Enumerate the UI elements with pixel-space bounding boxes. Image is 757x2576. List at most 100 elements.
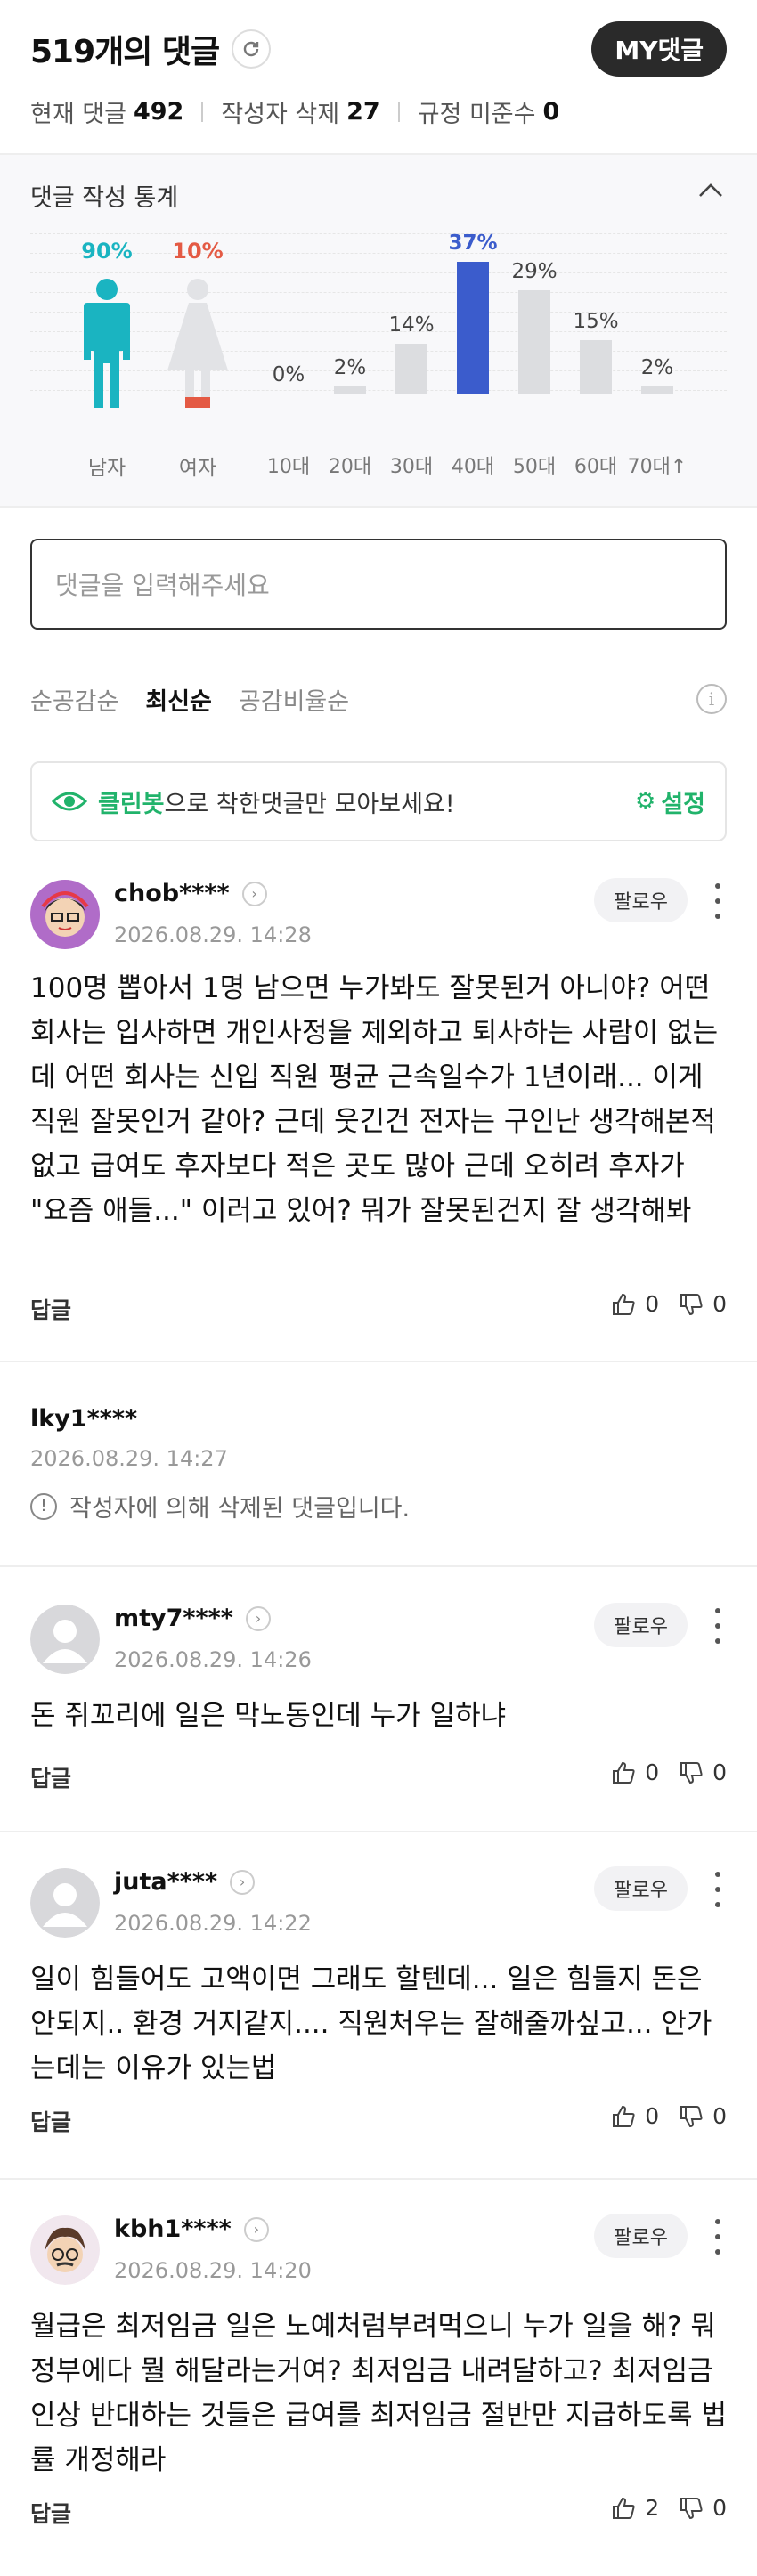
stat-violation-label: 규정 미준수: [417, 101, 536, 128]
stat-deleted-label: 작성자 삭제: [221, 101, 340, 128]
cleanbot-settings-label: 설정: [661, 790, 705, 818]
comment-date: 2026.08.29. 14:28: [114, 922, 312, 947]
chevron-right-icon[interactable]: ›: [245, 1605, 271, 1631]
like-button[interactable]: 0: [611, 1759, 659, 1785]
comment-item: mty7**** › 2026.08.29. 14:26 팔로우 돈 쥐꼬리에 일…: [0, 1567, 757, 1832]
reply-button[interactable]: 답글: [30, 2497, 71, 2529]
comment-input[interactable]: 댓글을 입력해주세요: [30, 539, 727, 630]
comment-username[interactable]: lky1****: [30, 1405, 137, 1433]
refresh-icon[interactable]: [232, 29, 272, 69]
female-percent: 10%: [172, 239, 224, 264]
like-count: 2: [645, 2495, 660, 2521]
age-bar: [334, 386, 366, 394]
follow-button[interactable]: 팔로우: [594, 1603, 688, 1647]
dislike-button[interactable]: 0: [679, 1291, 727, 1317]
thumbs-down-icon: [680, 2105, 703, 2127]
reply-button[interactable]: 답글: [30, 1761, 71, 1793]
comment-stats: 현재 댓글 492 작성자 삭제 27 규정 미준수 0: [30, 94, 559, 129]
comment-date: 2026.08.29. 14:27: [30, 1446, 228, 1471]
my-comments-button[interactable]: MY댓글: [591, 21, 727, 77]
username-text: chob****: [114, 880, 230, 907]
stat-deleted-value: 27: [346, 98, 380, 126]
default-avatar-icon: [30, 1868, 100, 1938]
dislike-button[interactable]: 0: [679, 2495, 727, 2521]
info-icon[interactable]: i: [696, 684, 727, 714]
cleanbot-eye-icon: [52, 792, 87, 811]
comment-text: 일이 힘들어도 고액이면 그래도 할텐데... 일은 힘들지 돈은 안되지.. …: [30, 1963, 712, 2084]
stat-current-label: 현재 댓글: [30, 101, 126, 128]
comment-statistics-panel: 댓글 작성 통계 90% 10% 남자 여자 0% 10대 2% 20대 14% 30대 3…: [0, 153, 757, 508]
reply-button[interactable]: 답글: [30, 2105, 71, 2137]
comment-input-placeholder: 댓글을 입력해주세요: [55, 571, 270, 600]
vote-buttons: 0 0: [591, 2103, 727, 2129]
dislike-button[interactable]: 0: [679, 1759, 727, 1785]
age-bar: [395, 344, 427, 394]
more-options-icon[interactable]: [709, 1608, 727, 1644]
comment-username[interactable]: juta**** ›: [114, 1868, 256, 1896]
male-label: 남자: [87, 457, 126, 480]
cleanbot-text: 으로 착한댓글만 모아보세요!: [164, 790, 455, 818]
age-label: 50대: [512, 456, 557, 478]
cleanbot-banner: 클린봇 으로 착한댓글만 모아보세요! ⚙ 설정: [30, 761, 727, 841]
age-label: 60대: [574, 456, 618, 478]
thumbs-up-icon: [613, 2497, 635, 2519]
age-bar: [641, 386, 673, 394]
follow-button[interactable]: 팔로우: [594, 878, 688, 922]
more-options-icon[interactable]: [709, 2219, 727, 2255]
deleted-notice: ! 작성자에 의해 삭제된 댓글입니다.: [30, 1489, 410, 1524]
age-percent: 2%: [333, 356, 367, 379]
dislike-button[interactable]: 0: [679, 2103, 727, 2129]
chevron-right-icon[interactable]: ›: [230, 1869, 256, 1895]
follow-button[interactable]: 팔로우: [594, 1866, 688, 1911]
age-percent: 14%: [388, 313, 435, 337]
dislike-count: 0: [712, 2495, 727, 2521]
chevron-right-icon[interactable]: ›: [241, 881, 267, 906]
tab-like-ratio[interactable]: 공감비율순: [239, 682, 349, 717]
age-percent: 2%: [640, 356, 674, 379]
reply-button[interactable]: 답글: [30, 1293, 71, 1325]
more-options-icon[interactable]: [709, 1872, 727, 1907]
thumbs-up-icon: [613, 1293, 635, 1315]
comment-date: 2026.08.29. 14:20: [114, 2258, 312, 2283]
avatar[interactable]: [30, 1868, 100, 1938]
comment-username[interactable]: mty7**** ›: [114, 1605, 271, 1632]
tab-latest[interactable]: 최신순: [145, 682, 212, 717]
tab-most-liked[interactable]: 순공감순: [30, 682, 118, 717]
female-figure-icon: [167, 279, 228, 408]
sort-tabs: 순공감순 최신순 공감비율순 i: [30, 677, 727, 721]
comment-count-title: 519개의 댓글: [30, 34, 220, 70]
avatar[interactable]: [30, 2215, 100, 2285]
age-bar: [457, 262, 489, 394]
cleanbot-settings-button[interactable]: ⚙ 설정: [635, 784, 705, 819]
like-button[interactable]: 0: [611, 2103, 659, 2129]
more-options-icon[interactable]: [709, 883, 727, 919]
male-percent: 90%: [81, 239, 133, 264]
like-button[interactable]: 2: [611, 2495, 659, 2521]
age-label: 10대: [266, 456, 311, 478]
vote-buttons: 0 0: [591, 1291, 727, 1317]
age-percent: 15%: [573, 310, 619, 333]
age-label: 30대: [389, 456, 434, 478]
chevron-right-icon[interactable]: ›: [243, 2216, 269, 2242]
like-button[interactable]: 0: [611, 1291, 659, 1317]
age-label: 70대↑: [627, 456, 688, 478]
gear-icon: ⚙: [635, 788, 656, 815]
comment-username[interactable]: kbh1**** ›: [114, 2215, 269, 2243]
avatar[interactable]: [30, 1605, 100, 1674]
username-text: juta****: [114, 1868, 218, 1896]
comment-username[interactable]: chob**** ›: [114, 880, 267, 907]
vote-buttons: 2 0: [591, 2495, 727, 2521]
avatar[interactable]: [30, 880, 100, 949]
age-bar: [580, 340, 612, 394]
thumbs-down-icon: [680, 1761, 703, 1784]
follow-button[interactable]: 팔로우: [594, 2214, 688, 2258]
comment-date: 2026.08.29. 14:26: [114, 1647, 312, 1672]
stat-violation-value: 0: [542, 98, 560, 126]
chevron-up-icon[interactable]: [695, 175, 727, 207]
age-label: 40대: [451, 456, 495, 478]
stat-current-value: 492: [133, 98, 184, 126]
dislike-count: 0: [712, 1759, 727, 1785]
username-text: kbh1****: [114, 2215, 232, 2243]
like-count: 0: [645, 2103, 660, 2129]
thumbs-down-icon: [680, 2497, 703, 2519]
